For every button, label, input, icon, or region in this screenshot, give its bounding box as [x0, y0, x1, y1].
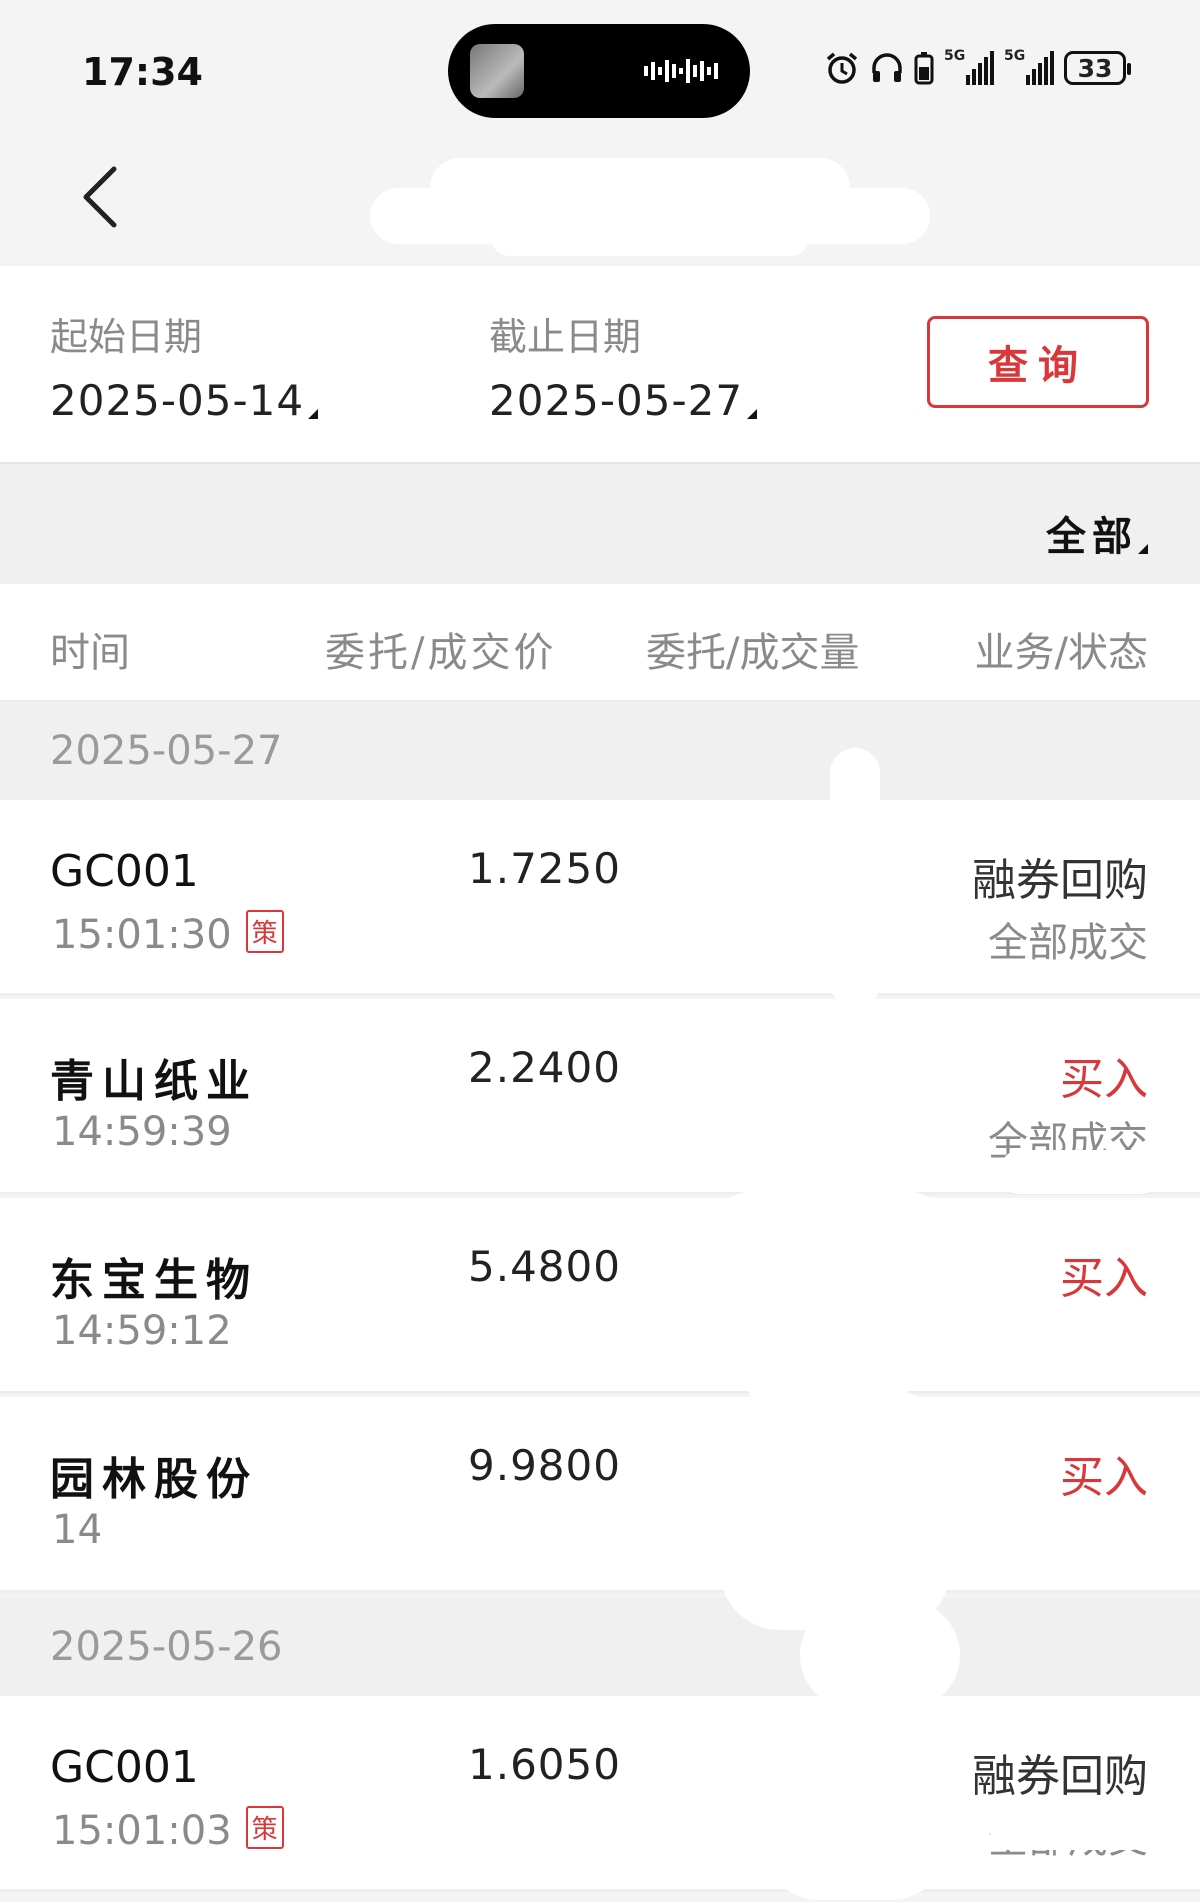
- security-name: GC001: [50, 846, 199, 897]
- redaction-overlay: [830, 748, 880, 1008]
- order-price: 5.4800: [468, 1242, 621, 1291]
- nav-header: [0, 140, 1200, 266]
- status-time: 17:34: [82, 50, 203, 94]
- dynamic-island[interactable]: [448, 24, 750, 118]
- order-status: 全部成交: [988, 920, 1148, 966]
- start-date-label: 起始日期: [50, 315, 203, 359]
- redaction-overlay: [1000, 1150, 1160, 1194]
- order-price: 1.6050: [468, 1740, 621, 1789]
- business-type: 买入: [1060, 1054, 1148, 1105]
- strategy-badge: 策: [245, 1806, 284, 1849]
- dropdown-triangle-icon: [747, 409, 758, 419]
- type-filter-select[interactable]: 全部: [1046, 504, 1148, 562]
- date-group-label: 2025-05-26: [50, 1624, 283, 1670]
- query-button[interactable]: 查询: [927, 316, 1149, 408]
- table-row[interactable]: GC001 15:01:03策 1.6050 融券回购 全部成交: [0, 1696, 1200, 1892]
- signal-icon: 5G: [1004, 49, 1054, 85]
- security-name: 东宝生物: [50, 1255, 258, 1306]
- redaction-overlay: [720, 1390, 950, 1630]
- redaction-overlay: [990, 1336, 1160, 1372]
- date-group-label: 2025-05-27: [50, 728, 283, 774]
- date-group-header: 2025-05-26: [0, 1598, 1200, 1696]
- security-name: 园林股份: [50, 1454, 258, 1505]
- status-icons: 5G 5G 33: [824, 49, 1131, 86]
- strategy-badge: 策: [245, 910, 284, 953]
- business-type: 买入: [1060, 1253, 1148, 1304]
- order-price: 9.9800: [468, 1441, 621, 1490]
- dropdown-triangle-icon: [308, 409, 319, 419]
- battery-icon: 33: [1064, 51, 1131, 85]
- security-name: 青山纸业: [50, 1056, 258, 1107]
- chevron-left-icon: [83, 166, 117, 228]
- table-row[interactable]: 园林股份 14:1 28 9.9800 买入: [0, 1397, 1200, 1593]
- order-price: 2.2400: [468, 1043, 621, 1092]
- headphones-icon: [872, 53, 902, 82]
- column-header-volume: 委托/成交量: [646, 630, 860, 676]
- redaction-overlay: [700, 1190, 960, 1350]
- order-price: 1.7250: [468, 844, 621, 893]
- column-header-time: 时间: [50, 630, 130, 676]
- battery-case-icon: [914, 52, 934, 85]
- redaction-overlay: [990, 1810, 1150, 1850]
- page-title-redacted: [370, 158, 970, 258]
- type-filter-bar: 全部: [0, 464, 1200, 584]
- status-bar: 17:34 5G 5G 33: [0, 0, 1200, 140]
- business-type: 融券回购: [972, 855, 1148, 906]
- signal-icon: 5G: [944, 49, 994, 85]
- business-type: 买入: [1060, 1452, 1148, 1503]
- now-playing-thumbnail: [470, 44, 524, 98]
- date-group-header: 2025-05-27: [0, 702, 1200, 800]
- column-header-status: 业务/状态: [974, 630, 1148, 676]
- business-type: 融券回购: [972, 1751, 1148, 1802]
- redaction-overlay: [100, 1505, 210, 1561]
- start-date-picker[interactable]: 2025-05-14: [50, 376, 319, 425]
- order-time: 14:59:39: [52, 1109, 232, 1155]
- table-header: 时间 委托/成交价 委托/成交量 业务/状态: [0, 584, 1200, 702]
- battery-level: 33: [1077, 53, 1113, 83]
- order-time: 15:01:03 策: [52, 1806, 284, 1854]
- order-time: 15:01:30 策: [52, 910, 284, 958]
- order-time: 14:59:12: [52, 1308, 232, 1354]
- audio-waveform-icon: [644, 59, 718, 83]
- redaction-overlay: [800, 1600, 960, 1710]
- table-row[interactable]: GC001 15:01:30 策 1.7250 融券回购 全部成交: [0, 800, 1200, 996]
- end-date-label: 截止日期: [489, 315, 642, 359]
- dropdown-triangle-icon: [1138, 544, 1148, 554]
- alarm-icon: [826, 52, 858, 84]
- type-filter-value: 全部: [1046, 513, 1138, 560]
- redaction-overlay: [760, 1700, 950, 1900]
- security-name: GC001: [50, 1742, 199, 1793]
- end-date-value: 2025-05-27: [489, 376, 744, 425]
- date-filter-panel: 起始日期 2025-05-14 截止日期 2025-05-27 查询: [0, 266, 1200, 464]
- start-date-value: 2025-05-14: [50, 376, 305, 425]
- end-date-picker[interactable]: 2025-05-27: [489, 376, 758, 425]
- back-button[interactable]: [70, 162, 130, 232]
- column-header-price: 委托/成交价: [325, 630, 557, 676]
